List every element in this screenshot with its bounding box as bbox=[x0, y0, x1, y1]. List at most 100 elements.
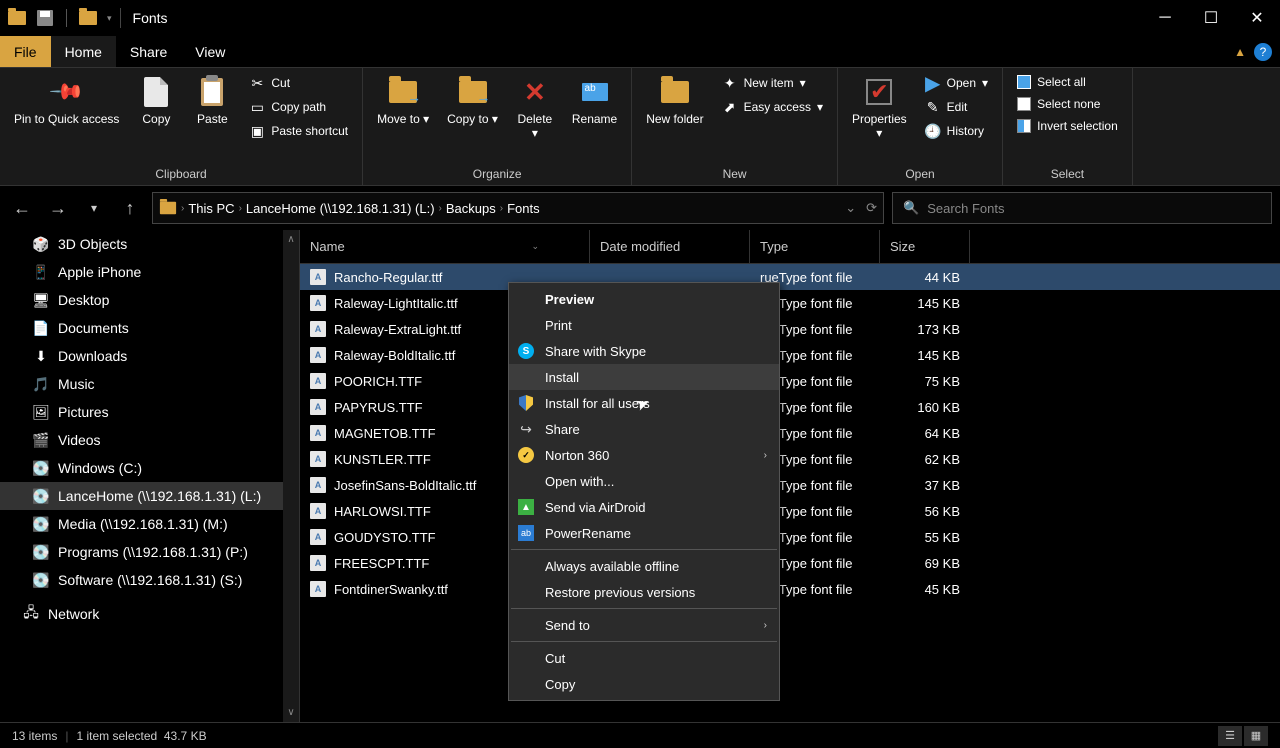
file-row[interactable]: Raleway-ExtraLight.ttf rueType font file… bbox=[300, 316, 1280, 342]
paste-button[interactable]: Paste bbox=[187, 72, 237, 130]
save-icon[interactable] bbox=[34, 7, 56, 29]
search-input[interactable]: 🔍 Search Fonts bbox=[892, 192, 1272, 224]
properties-button[interactable]: ✔ Properties▾ bbox=[846, 72, 913, 145]
sidebar-item[interactable]: 🎵Music bbox=[0, 370, 299, 398]
ctx-open-with[interactable]: Open with... bbox=[509, 468, 779, 494]
address-dropdown-icon[interactable]: ⌄ bbox=[845, 200, 856, 216]
column-type[interactable]: Type bbox=[750, 230, 880, 263]
crumb-backups[interactable]: Backups bbox=[446, 201, 496, 216]
ctx-powerrename[interactable]: abPowerRename bbox=[509, 520, 779, 546]
copy-to-button[interactable]: → Copy to ▾ bbox=[441, 72, 504, 130]
easy-access-button[interactable]: ⬈Easy access ▾ bbox=[716, 96, 829, 118]
move-to-button[interactable]: → Move to ▾ bbox=[371, 72, 435, 130]
qat-dropdown-icon[interactable]: ▾ bbox=[107, 13, 112, 24]
invert-selection-button[interactable]: Invert selection bbox=[1011, 116, 1124, 136]
column-size[interactable]: Size bbox=[880, 230, 970, 263]
ctx-copy[interactable]: Copy bbox=[509, 671, 779, 697]
scroll-up-icon[interactable]: ∧ bbox=[283, 230, 298, 249]
crumb-this-pc[interactable]: This PC bbox=[188, 201, 234, 216]
sidebar-item[interactable]: 💽Programs (\\192.168.1.31) (P:) bbox=[0, 538, 299, 566]
column-name[interactable]: Name⌄ bbox=[300, 230, 590, 263]
open-button[interactable]: ▶Open ▾ bbox=[919, 72, 994, 94]
tab-view[interactable]: View bbox=[181, 36, 239, 67]
refresh-icon[interactable]: ⟳ bbox=[866, 200, 877, 216]
sidebar-item[interactable]: 📱Apple iPhone bbox=[0, 258, 299, 286]
ctx-print[interactable]: Print bbox=[509, 312, 779, 338]
forward-button[interactable]: → bbox=[44, 194, 72, 222]
sidebar-item[interactable]: 🎲3D Objects bbox=[0, 230, 299, 258]
new-item-button[interactable]: ✦New item ▾ bbox=[716, 72, 829, 94]
ctx-install[interactable]: Install bbox=[509, 364, 779, 390]
sidebar-item-network[interactable]: 🖧 Network bbox=[0, 600, 299, 628]
cut-button[interactable]: ✂Cut bbox=[243, 72, 354, 94]
chevron-right-icon[interactable]: › bbox=[181, 203, 184, 214]
sidebar-item[interactable]: ⬇Downloads bbox=[0, 342, 299, 370]
history-button[interactable]: 🕘History bbox=[919, 120, 994, 142]
file-row[interactable]: GOUDYSTO.TTF rueType font file 55 KB bbox=[300, 524, 1280, 550]
back-button[interactable]: ← bbox=[8, 194, 36, 222]
help-icon[interactable]: ? bbox=[1254, 43, 1272, 61]
new-folder-button[interactable]: New folder bbox=[640, 72, 709, 130]
recent-dropdown[interactable]: ▾ bbox=[80, 194, 108, 222]
ctx-install-all-users[interactable]: Install for all users bbox=[509, 390, 779, 416]
tab-share[interactable]: Share bbox=[116, 36, 181, 67]
sidebar-scrollbar[interactable]: ∧ ∨ bbox=[283, 230, 299, 722]
ctx-airdroid[interactable]: ▲Send via AirDroid bbox=[509, 494, 779, 520]
minimize-button[interactable]: ─ bbox=[1142, 0, 1188, 36]
view-details-button[interactable]: ☰ bbox=[1218, 726, 1242, 746]
ctx-share-skype[interactable]: SShare with Skype bbox=[509, 338, 779, 364]
address-bar[interactable]: › This PC › LanceHome (\\192.168.1.31) (… bbox=[152, 192, 884, 224]
file-row[interactable]: MAGNETOB.TTF rueType font file 64 KB bbox=[300, 420, 1280, 446]
pin-to-quick-access-button[interactable]: 📌 Pin to Quick access bbox=[8, 72, 125, 130]
maximize-button[interactable]: ☐ bbox=[1188, 0, 1234, 36]
view-icons-button[interactable]: ▦ bbox=[1244, 726, 1268, 746]
sidebar-item[interactable]: 📄Documents bbox=[0, 314, 299, 342]
ctx-always-offline[interactable]: Always available offline bbox=[509, 553, 779, 579]
chevron-right-icon[interactable]: › bbox=[439, 203, 442, 214]
file-row[interactable]: PAPYRUS.TTF rueType font file 160 KB bbox=[300, 394, 1280, 420]
edit-button[interactable]: ✎Edit bbox=[919, 96, 994, 118]
sidebar-item[interactable]: 💽Windows (C:) bbox=[0, 454, 299, 482]
file-row[interactable]: FREESCPT.TTF rueType font file 69 KB bbox=[300, 550, 1280, 576]
folder-icon[interactable] bbox=[77, 7, 99, 29]
app-folder-icon[interactable] bbox=[6, 7, 28, 29]
up-button[interactable]: ↑ bbox=[116, 194, 144, 222]
ctx-preview[interactable]: Preview bbox=[509, 286, 779, 312]
file-row[interactable]: Raleway-BoldItalic.ttf rueType font file… bbox=[300, 342, 1280, 368]
sidebar-item[interactable]: 💽LanceHome (\\192.168.1.31) (L:) bbox=[0, 482, 299, 510]
paste-shortcut-button[interactable]: ▣Paste shortcut bbox=[243, 120, 354, 142]
file-row[interactable]: FontdinerSwanky.ttf rueType font file 45… bbox=[300, 576, 1280, 602]
rename-button[interactable]: Rename bbox=[566, 72, 623, 130]
copy-path-button[interactable]: ▭Copy path bbox=[243, 96, 354, 118]
tab-home[interactable]: Home bbox=[51, 36, 116, 67]
file-row[interactable]: Raleway-LightItalic.ttf rueType font fil… bbox=[300, 290, 1280, 316]
chevron-right-icon[interactable]: › bbox=[500, 203, 503, 214]
scroll-down-icon[interactable]: ∨ bbox=[283, 703, 298, 722]
crumb-fonts[interactable]: Fonts bbox=[507, 201, 540, 216]
tab-file[interactable]: File bbox=[0, 36, 51, 67]
crumb-drive[interactable]: LanceHome (\\192.168.1.31) (L:) bbox=[246, 201, 435, 216]
sidebar-item[interactable]: 🖥Desktop bbox=[0, 286, 299, 314]
file-row[interactable]: JosefinSans-BoldItalic.ttf rueType font … bbox=[300, 472, 1280, 498]
ctx-share[interactable]: ↪Share bbox=[509, 416, 779, 442]
file-row[interactable]: Rancho-Regular.ttf rueType font file 44 … bbox=[300, 264, 1280, 290]
file-row[interactable]: HARLOWSI.TTF rueType font file 56 KB bbox=[300, 498, 1280, 524]
sidebar-item[interactable]: 🖼Pictures bbox=[0, 398, 299, 426]
ctx-cut[interactable]: Cut bbox=[509, 645, 779, 671]
ctx-norton[interactable]: ✓Norton 360› bbox=[509, 442, 779, 468]
file-row[interactable]: KUNSTLER.TTF rueType font file 62 KB bbox=[300, 446, 1280, 472]
sidebar-item[interactable]: 💽Software (\\192.168.1.31) (S:) bbox=[0, 566, 299, 594]
column-date[interactable]: Date modified bbox=[590, 230, 750, 263]
copy-button[interactable]: Copy bbox=[131, 72, 181, 130]
sidebar-item[interactable]: 💽Media (\\192.168.1.31) (M:) bbox=[0, 510, 299, 538]
ctx-restore-versions[interactable]: Restore previous versions bbox=[509, 579, 779, 605]
close-button[interactable]: ✕ bbox=[1234, 0, 1280, 36]
delete-button[interactable]: ✕ Delete▾ bbox=[510, 72, 560, 145]
file-row[interactable]: POORICH.TTF rueType font file 75 KB bbox=[300, 368, 1280, 394]
collapse-ribbon-icon[interactable]: ▲ bbox=[1234, 45, 1246, 59]
chevron-right-icon[interactable]: › bbox=[239, 203, 242, 214]
select-none-button[interactable]: Select none bbox=[1011, 94, 1124, 114]
ctx-send-to[interactable]: Send to› bbox=[509, 612, 779, 638]
select-all-button[interactable]: Select all bbox=[1011, 72, 1124, 92]
sidebar-item[interactable]: 🎬Videos bbox=[0, 426, 299, 454]
